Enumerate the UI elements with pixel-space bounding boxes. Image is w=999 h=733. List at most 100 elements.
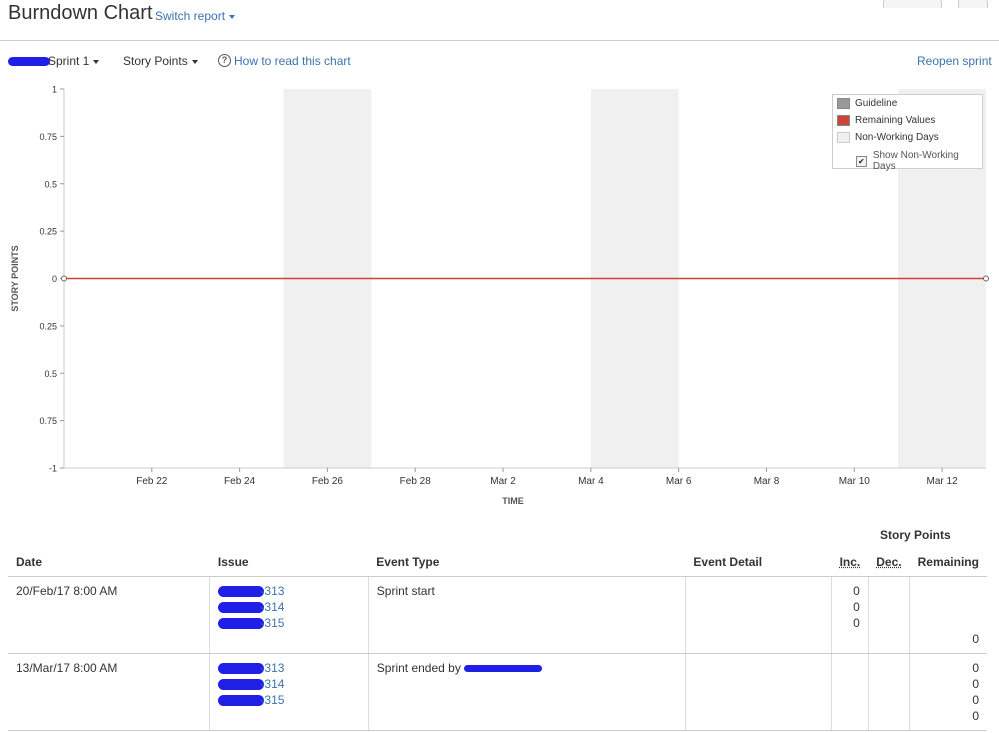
row-issues: -313 -314 -315 [209, 576, 369, 654]
legend-item-guideline: Guideline [837, 98, 897, 109]
y-tick-label: 0.75 [39, 416, 57, 426]
x-tick-label: Mar 10 [839, 476, 871, 487]
header-divider [0, 40, 999, 41]
redacted-issue-key [218, 678, 265, 690]
legend-item-remaining: Remaining Values [837, 115, 935, 126]
col-inc[interactable]: Inc. [831, 550, 869, 577]
issue-link[interactable]: -315 [218, 692, 359, 708]
row-date: 13/Mar/17 8:00 AM [8, 653, 211, 731]
statistic-label: Story Points [123, 54, 188, 68]
redacted-issue-key [218, 585, 265, 597]
header-button-1[interactable] [883, 0, 942, 8]
legend-label-non-working: Non-Working Days [855, 132, 939, 143]
legend-swatch-remaining [837, 115, 850, 126]
row-event-type: Sprint ended by [368, 653, 686, 731]
inc-value: 0 [853, 600, 860, 614]
switch-report-link[interactable]: Switch report [155, 9, 236, 23]
statistic-picker[interactable]: Story Points [123, 54, 198, 68]
event-type-text: Sprint ended by [376, 661, 461, 675]
chevron-down-icon [93, 59, 100, 64]
sprint-label: Sprint 1 [48, 54, 90, 68]
row-remaining: 0 0 0 0 [909, 653, 987, 731]
how-to-read-link[interactable]: How to read this chart [234, 54, 351, 68]
chevron-down-icon [229, 14, 236, 19]
remaining-value: 0 [972, 677, 979, 691]
table-row: 20/Feb/17 8:00 AM -313 -314 -315 Sprint … [8, 576, 987, 654]
issue-link[interactable]: -314 [218, 599, 359, 615]
sprint-history-table: Date Issue Event Type Event Detail Inc. … [8, 550, 987, 731]
remaining-value: 0 [972, 661, 979, 675]
help-icon[interactable]: ? [218, 54, 231, 67]
row-date: 20/Feb/17 8:00 AM [8, 576, 211, 654]
row-issues: -313 -314 -315 [209, 653, 369, 731]
header-button-2[interactable] [958, 0, 988, 8]
y-tick-label: 0.5 [44, 369, 57, 379]
y-tick-label: -1 [49, 464, 57, 474]
issue-number[interactable]: -314 [260, 599, 284, 615]
col-remaining[interactable]: Remaining [909, 550, 987, 577]
redacted-issue-key [218, 694, 265, 706]
redacted-issue-key [218, 617, 265, 629]
issue-number[interactable]: -315 [260, 615, 284, 631]
remaining-value: 0 [972, 632, 979, 646]
y-tick-label: 0 [52, 274, 57, 284]
page-title: Burndown Chart [8, 2, 153, 24]
col-inc-label: Inc. [839, 555, 861, 569]
x-tick-label: Mar 2 [490, 476, 516, 487]
x-tick-label: Feb 26 [312, 476, 344, 487]
legend-item-non-working: Non-Working Days [837, 132, 939, 143]
redacted-user-name [464, 665, 543, 673]
issue-link[interactable]: -313 [218, 660, 359, 676]
chart-legend: Guideline Remaining Values Non-Working D… [832, 94, 983, 172]
redacted-issue-key [218, 601, 265, 613]
col-dec[interactable]: Dec. [868, 550, 910, 577]
y-axis-title: STORY POINTS [10, 245, 20, 311]
data-point [61, 275, 67, 282]
col-dec-label: Dec. [876, 555, 902, 569]
x-tick-label: Mar 8 [754, 476, 780, 487]
x-tick-label: Feb 28 [400, 476, 432, 487]
data-point [983, 275, 989, 282]
row-remaining: 0 [909, 576, 987, 654]
checkbox-checked-icon[interactable]: ✔ [856, 155, 867, 167]
show-non-working-toggle[interactable]: ✔ Show Non-Working Days [856, 150, 982, 172]
switch-report-label: Switch report [155, 9, 226, 23]
col-event-type[interactable]: Event Type [368, 550, 686, 577]
issue-number[interactable]: -315 [260, 692, 284, 708]
row-event-detail [685, 576, 833, 654]
story-points-group-header: Story Points [880, 528, 951, 542]
issue-link[interactable]: -314 [218, 676, 359, 692]
y-tick-label: 0.25 [39, 321, 57, 331]
col-event-detail[interactable]: Event Detail [685, 550, 832, 577]
x-tick-label: Mar 6 [666, 476, 692, 487]
issue-link[interactable]: -313 [218, 583, 359, 599]
y-tick-label: 1 [52, 85, 57, 95]
sprint-picker[interactable]: Sprint 1 [8, 54, 100, 68]
row-dec [868, 576, 911, 654]
y-tick-label: 0.5 [44, 179, 57, 189]
issue-number[interactable]: -314 [260, 676, 284, 692]
inc-value: 0 [853, 584, 860, 598]
remaining-value: 0 [972, 693, 979, 707]
show-non-working-label: Show Non-Working Days [872, 150, 959, 172]
issue-number[interactable]: -313 [260, 660, 284, 676]
row-inc [831, 653, 869, 731]
row-event-detail [685, 653, 833, 731]
issue-link[interactable]: -315 [218, 615, 359, 631]
legend-label-guideline: Guideline [855, 98, 898, 109]
table-row: 13/Mar/17 8:00 AM -313 -314 -315 Sprint … [8, 653, 987, 731]
chevron-down-icon [191, 59, 198, 64]
col-date[interactable]: Date [8, 550, 210, 577]
legend-swatch-guideline [837, 98, 850, 109]
inc-value: 0 [853, 616, 860, 630]
issue-number[interactable]: -313 [260, 583, 284, 599]
col-issue[interactable]: Issue [209, 550, 369, 577]
reopen-sprint-link[interactable]: Reopen sprint [917, 54, 992, 68]
x-axis-title: TIME [502, 496, 524, 506]
remaining-value: 0 [972, 709, 979, 723]
y-tick-label: 0.25 [39, 227, 57, 237]
x-tick-label: Mar 4 [578, 476, 604, 487]
row-inc: 0 0 0 [831, 576, 869, 654]
x-tick-label: Mar 12 [927, 476, 959, 487]
redacted-project-name [8, 57, 50, 67]
